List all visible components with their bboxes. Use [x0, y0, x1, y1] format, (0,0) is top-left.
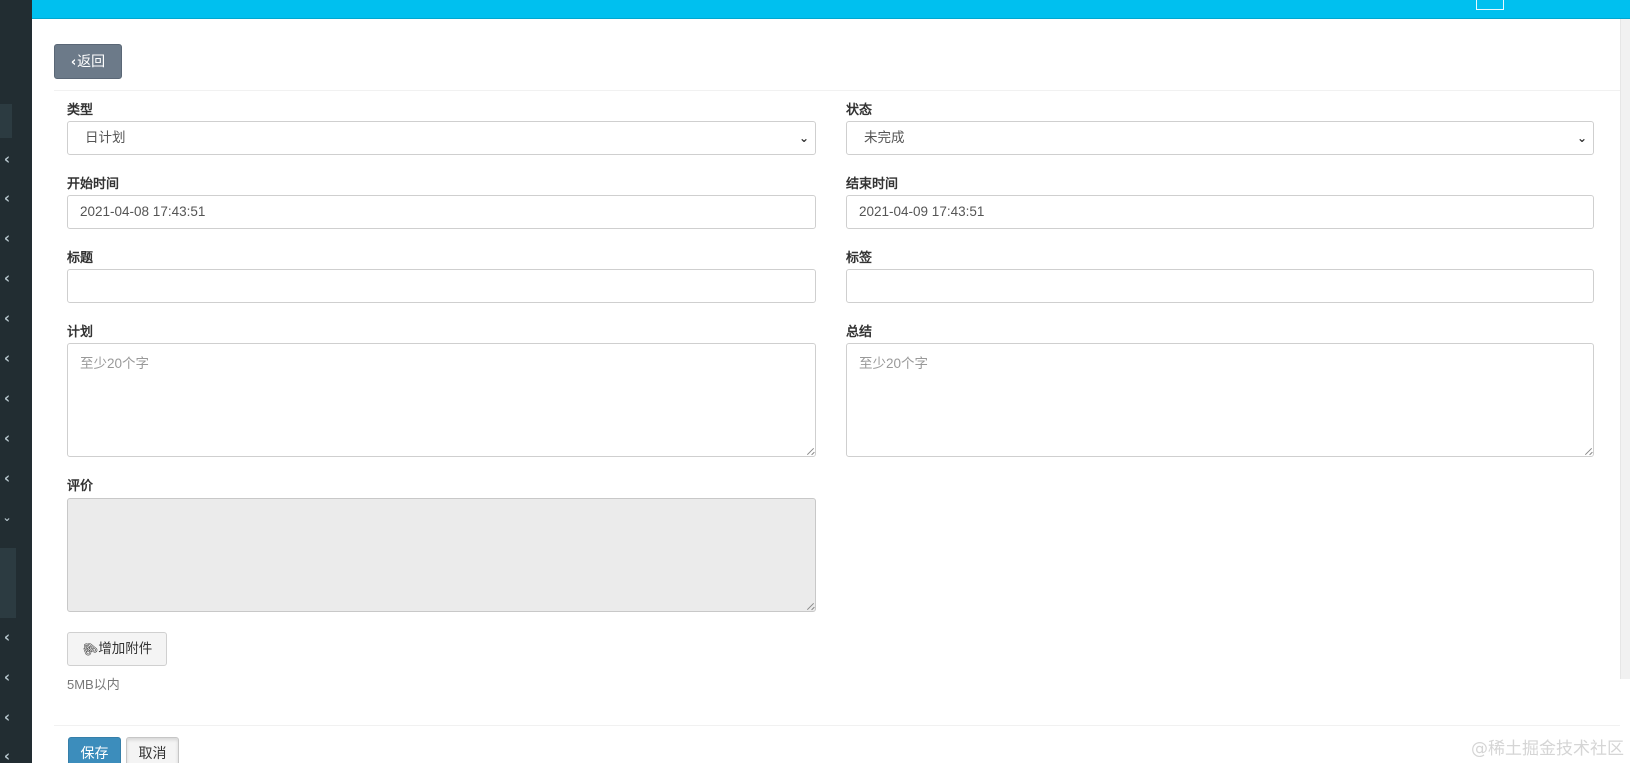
type-select[interactable]: 日计划 ⌄: [67, 121, 816, 155]
start-time-input[interactable]: 2021-04-08 17:43:51: [67, 195, 816, 229]
chevron-left-icon[interactable]: ‹: [0, 470, 14, 486]
evaluation-textarea: [67, 498, 816, 612]
chevron-left-icon[interactable]: ‹: [0, 748, 14, 763]
chevron-left-icon[interactable]: ‹: [0, 350, 14, 366]
end-time-input[interactable]: 2021-04-09 17:43:51: [846, 195, 1594, 229]
add-attachment-label: 增加附件: [98, 641, 153, 656]
chevron-down-icon: ⌄: [1576, 131, 1587, 145]
title-input[interactable]: [67, 269, 816, 303]
resize-handle-icon[interactable]: [1584, 447, 1592, 455]
header-divider: [54, 90, 1620, 91]
sidebar-active-item[interactable]: [0, 104, 12, 138]
summary-label: 总结: [846, 324, 873, 339]
evaluation-label: 评价: [67, 478, 94, 493]
vertical-scrollbar[interactable]: [1620, 19, 1630, 679]
chevron-left-icon[interactable]: ‹: [0, 390, 14, 406]
title-label: 标题: [67, 250, 94, 265]
footer-divider: [54, 725, 1620, 726]
plan-textarea[interactable]: 至少20个字: [67, 343, 816, 457]
navbar-user-box[interactable]: [1476, 0, 1504, 10]
chevron-left-icon[interactable]: ‹: [0, 669, 14, 685]
chevron-left-icon[interactable]: ‹: [0, 230, 14, 246]
plan-label: 计划: [67, 324, 94, 339]
start-time-label: 开始时间: [67, 176, 120, 191]
sidebar: ‹ ‹ ‹ ‹ ‹ ‹ ‹ ‹ ‹ ⌄ ‹ ‹ ‹ ‹: [0, 0, 32, 763]
tags-input[interactable]: [846, 269, 1594, 303]
chevron-left-icon[interactable]: ‹: [0, 190, 14, 206]
back-button[interactable]: ‹返回: [54, 44, 122, 79]
chevron-down-icon: ⌄: [798, 131, 809, 145]
end-time-label: 结束时间: [846, 176, 899, 191]
paperclip-icon: 🖇: [78, 638, 101, 661]
chevron-left-icon[interactable]: ‹: [0, 629, 14, 645]
type-label: 类型: [67, 102, 94, 117]
resize-handle-icon[interactable]: [806, 447, 814, 455]
summary-textarea[interactable]: 至少20个字: [846, 343, 1594, 457]
back-button-label: 返回: [77, 53, 106, 69]
add-attachment-button[interactable]: 🖇增加附件: [67, 632, 167, 666]
top-navbar: [32, 0, 1630, 19]
type-select-value: 日计划: [85, 130, 126, 145]
cancel-button[interactable]: 取消: [126, 737, 179, 763]
chevron-left-icon[interactable]: ‹: [0, 270, 14, 286]
attachment-size-hint: 5MB以内: [67, 677, 120, 692]
watermark: @稀土掘金技术社区: [1471, 739, 1624, 759]
chevron-left-icon[interactable]: ‹: [0, 709, 14, 725]
chevron-left-icon: ‹: [70, 55, 77, 70]
save-button[interactable]: 保存: [68, 737, 121, 763]
plan-placeholder: 至少20个字: [80, 356, 150, 371]
main-content: ‹返回 类型 日计划 ⌄ 状态 未完成 ⌄ 开始时间 2021-04-08 17…: [32, 19, 1620, 763]
sidebar-expanded-submenu[interactable]: [0, 548, 16, 618]
chevron-left-icon[interactable]: ‹: [0, 310, 14, 326]
status-select[interactable]: 未完成 ⌄: [846, 121, 1594, 155]
tags-label: 标签: [846, 250, 873, 265]
summary-placeholder: 至少20个字: [859, 356, 929, 371]
chevron-left-icon[interactable]: ‹: [0, 151, 14, 167]
status-label: 状态: [846, 102, 873, 117]
chevron-down-icon[interactable]: ⌄: [0, 510, 14, 526]
resize-handle-icon: [806, 602, 814, 610]
status-select-value: 未完成: [864, 130, 905, 145]
chevron-left-icon[interactable]: ‹: [0, 430, 14, 446]
